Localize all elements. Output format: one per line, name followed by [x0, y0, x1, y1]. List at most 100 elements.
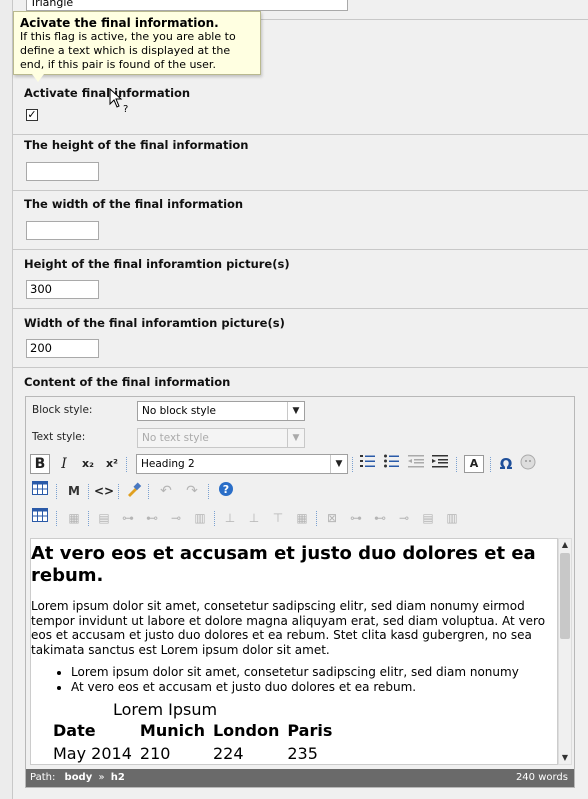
- separator: [214, 511, 216, 526]
- help-tooltip: Acivate the final information. If this f…: [13, 11, 261, 82]
- toolbar-row-3: ▦ ▤ ⊶ ⊷ ⊸ ▥ ⊥ ⊥ ⊤ ▦ ⊠ ⊶ ⊷ ⊸ ▤ ▥: [30, 508, 570, 530]
- toolbar-row-2: M <> ↶ ↷ ?: [30, 481, 570, 503]
- source-code-button[interactable]: <>: [94, 481, 114, 501]
- block-style-label: Block style:: [32, 404, 93, 416]
- paste-row-after-icon[interactable]: ▤: [418, 508, 438, 528]
- scroll-down-icon[interactable]: ▼: [559, 752, 571, 764]
- font-color-button[interactable]: A: [464, 455, 484, 473]
- path-separator: »: [98, 772, 105, 783]
- content-label: Content of the final information: [24, 375, 231, 389]
- cut-row-icon[interactable]: ⊶: [346, 508, 366, 528]
- table-delete-icon[interactable]: ▥: [442, 508, 462, 528]
- bold-button[interactable]: B: [30, 454, 50, 474]
- svg-text:?: ?: [223, 483, 229, 496]
- delete-row-icon[interactable]: ⊸: [166, 508, 186, 528]
- scroll-thumb[interactable]: [560, 553, 570, 639]
- table-header-cell: Paris: [287, 721, 333, 740]
- indent-icon[interactable]: [430, 454, 450, 474]
- pic-height-input[interactable]: 300: [26, 280, 99, 299]
- separator: [352, 457, 354, 472]
- table-cell: 210: [139, 744, 171, 763]
- table-cell: 224: [212, 744, 244, 763]
- editor-scrollbar[interactable]: ▲ ▼: [558, 538, 572, 765]
- pic-width-input[interactable]: 200: [26, 339, 99, 358]
- separator: [126, 457, 128, 472]
- content-paragraph: Lorem ipsum dolor sit amet, consetetur s…: [31, 599, 546, 657]
- row-pic-width: Width of the final inforamtion picture(s…: [12, 308, 588, 368]
- scroll-up-icon[interactable]: ▲: [559, 539, 571, 551]
- path-body[interactable]: body: [65, 772, 93, 783]
- content-heading: At vero eos et accusam et justo duo dolo…: [31, 543, 536, 586]
- cleanup-brush-icon[interactable]: [124, 481, 144, 501]
- rich-text-editor: Block style: No block style ▼ Text style…: [25, 396, 575, 788]
- text-style-select[interactable]: No text style ▼: [137, 428, 305, 448]
- activate-checkbox[interactable]: ✓: [26, 109, 38, 121]
- separator: [148, 484, 150, 499]
- text-style-value: No text style: [142, 432, 209, 444]
- chevron-down-icon: ▼: [287, 429, 304, 447]
- table-cell: 235: [287, 744, 318, 763]
- table-row: Date Munich London Paris: [49, 719, 336, 742]
- svg-text:?: ?: [123, 104, 128, 114]
- omega-special-char-button[interactable]: Ω: [496, 454, 516, 474]
- text-style-label: Text style:: [32, 431, 86, 443]
- table-header-cell: London: [212, 721, 280, 740]
- table-cell: May 2014: [53, 744, 132, 763]
- tooltip-tail: [32, 74, 44, 82]
- content-bullet-list: Lorem ipsum dolor sit amet, consetetur s…: [31, 665, 557, 694]
- tooltip-title: Acivate the final information.: [20, 16, 219, 30]
- list-item: Lorem ipsum dolor sit amet, consetetur s…: [71, 665, 557, 680]
- cell-props-icon[interactable]: ▥: [190, 508, 210, 528]
- insert-row-after-icon[interactable]: ⊷: [142, 508, 162, 528]
- undo-icon[interactable]: ↶: [156, 481, 176, 501]
- insert-row-before-icon[interactable]: ⊶: [118, 508, 138, 528]
- copy-row-icon[interactable]: ⊷: [370, 508, 390, 528]
- block-style-select[interactable]: No block style ▼: [137, 401, 305, 421]
- table-props-icon[interactable]: ▦: [64, 508, 84, 528]
- separator: [88, 484, 90, 499]
- list-item: At vero eos et accusam et justo duo dolo…: [71, 680, 557, 695]
- separator: [456, 457, 458, 472]
- pic-height-label: Height of the final inforamtion picture(…: [24, 257, 290, 271]
- editor-status-bar: Path: body » h2 240 words: [26, 769, 574, 787]
- superscript-button[interactable]: x²: [102, 454, 122, 474]
- insert-col-before-icon[interactable]: ⊥: [220, 508, 240, 528]
- path-element[interactable]: h2: [111, 772, 125, 783]
- separator: [208, 484, 210, 499]
- width-label: The width of the final information: [24, 197, 244, 211]
- format-select[interactable]: Heading 2 ▼: [136, 454, 348, 474]
- merge-cells-icon[interactable]: ▦: [292, 508, 312, 528]
- word-count: 240 words: [515, 772, 568, 783]
- separator: [56, 511, 58, 526]
- unordered-list-icon[interactable]: [382, 454, 402, 474]
- split-cells-icon[interactable]: ⊠: [322, 508, 342, 528]
- separator: [316, 511, 318, 526]
- width-input[interactable]: [26, 221, 99, 240]
- redo-icon[interactable]: ↷: [182, 481, 202, 501]
- subscript-button[interactable]: x₂: [78, 454, 98, 474]
- separator: [490, 457, 492, 472]
- height-input[interactable]: [26, 162, 99, 181]
- help-icon[interactable]: ?: [216, 481, 236, 501]
- pic-width-label: Width of the final inforamtion picture(s…: [24, 316, 285, 330]
- find-replace-icon[interactable]: M: [64, 481, 84, 501]
- table-icon[interactable]: [30, 481, 50, 501]
- emoticon-icon[interactable]: [518, 454, 538, 474]
- tooltip-line: define a text which is displayed at the: [20, 44, 231, 57]
- editor-content[interactable]: At vero eos et accusam et justo duo dolo…: [30, 538, 558, 765]
- insert-col-after-icon[interactable]: ⊥: [244, 508, 264, 528]
- help-cursor-icon: ?: [109, 88, 128, 114]
- italic-button[interactable]: I: [54, 454, 74, 474]
- toolbar-row-1: B I x₂ x² Heading 2 ▼ A Ω: [30, 454, 570, 476]
- separator: [118, 484, 120, 499]
- delete-col-icon[interactable]: ⊤: [268, 508, 288, 528]
- outdent-icon[interactable]: [406, 454, 426, 474]
- tooltip-line: end, if this pair is found of the user.: [20, 58, 216, 71]
- insert-table-icon[interactable]: [30, 508, 50, 528]
- table-caption: Lorem Ipsum: [113, 700, 218, 719]
- ordered-list-icon[interactable]: [358, 454, 378, 474]
- row-height: The height of the final information: [12, 134, 588, 191]
- row-props-icon[interactable]: ▤: [94, 508, 114, 528]
- paste-row-icon[interactable]: ⊸: [394, 508, 414, 528]
- table-row: May 2014 210 224 235: [49, 742, 336, 764]
